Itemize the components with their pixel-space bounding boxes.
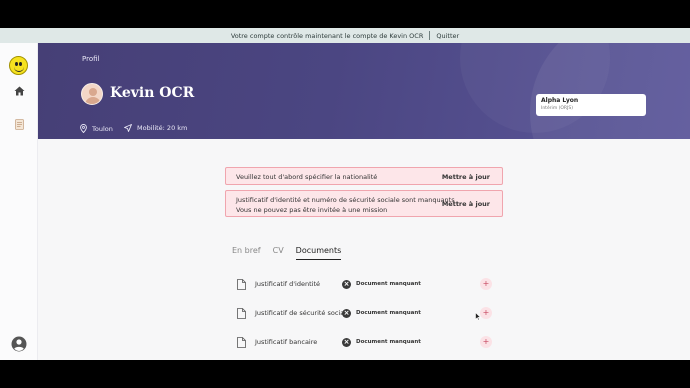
profile-name: Kevin OCR [110,85,195,101]
close-circle-icon: × [342,308,351,318]
sidebar-item-documents[interactable] [0,113,38,135]
document-row: Justificatif de sécurité sociale × Docum… [236,305,496,321]
quit-button[interactable]: Quitter [436,32,459,40]
agency-name: Alpha Lyon [541,97,579,104]
close-circle-icon: × [342,279,351,289]
status-badge: × Document manquant [342,279,421,289]
update-button[interactable]: Mettre à jour [442,200,490,208]
location-pin-icon [80,124,87,133]
document-name: Justificatif de sécurité sociale [255,309,351,317]
document-name: Justificatif d'identité [255,280,321,288]
file-icon [236,278,246,290]
user-account-icon [11,336,27,352]
banner-divider [429,31,431,40]
impersonation-banner: Votre compte contrôle maintenant le comp… [0,28,690,43]
smiley-logo-icon[interactable] [9,56,28,75]
alert-missing-documents: Justificatif d'identité et numéro de séc… [225,190,503,217]
agency-card[interactable]: Alpha Lyon Intérim (ORJS) [536,94,646,116]
alert-message: Veuillez tout d'abord spécifier la natio… [236,173,378,181]
tab-en-bref[interactable]: En bref [232,246,261,260]
document-name: Justificatif bancaire [255,338,318,346]
add-document-button[interactable]: + [480,278,492,290]
sidebar [0,43,38,360]
close-circle-icon: × [342,337,351,347]
sidebar-item-home[interactable] [0,80,38,102]
add-document-button[interactable]: + [480,336,492,348]
alert-nationality: Veuillez tout d'abord spécifier la natio… [225,167,503,185]
document-row: Justificatif d'identité × Document manqu… [236,276,496,292]
status-badge: × Document manquant [342,308,421,318]
city-label: Toulon [92,124,113,133]
tab-documents[interactable]: Documents [295,246,342,260]
breadcrumb[interactable]: Profil [82,55,99,63]
file-icon [236,336,246,348]
navigation-arrow-icon [124,124,132,132]
sidebar-item-account[interactable] [0,335,38,353]
update-button[interactable]: Mettre à jour [442,173,490,181]
add-document-button[interactable]: + [480,307,492,319]
home-icon [14,86,24,96]
app-window: Votre compte contrôle maintenant le comp… [0,28,690,360]
agency-subtitle: Intérim (ORJS) [541,106,573,111]
mouse-cursor-icon [475,312,481,321]
avatar [81,83,103,105]
document-icon [14,118,24,130]
profile-tabs: En bref CV Documents [232,246,353,260]
status-badge: × Document manquant [342,337,421,347]
alert-message: Justificatif d'identité et numéro de séc… [236,196,455,214]
profile-header: Profil Kevin OCR Toulon Mobilité: 20 km … [38,43,690,139]
tab-cv[interactable]: CV [273,246,284,260]
mobility-label: Mobilité: 20 km [137,124,188,132]
mobility: Mobilité: 20 km [124,124,187,132]
file-icon [236,307,246,319]
location: Toulon [80,124,113,133]
document-row: Justificatif bancaire × Document manquan… [236,334,496,350]
banner-message: Votre compte contrôle maintenant le comp… [230,31,424,40]
